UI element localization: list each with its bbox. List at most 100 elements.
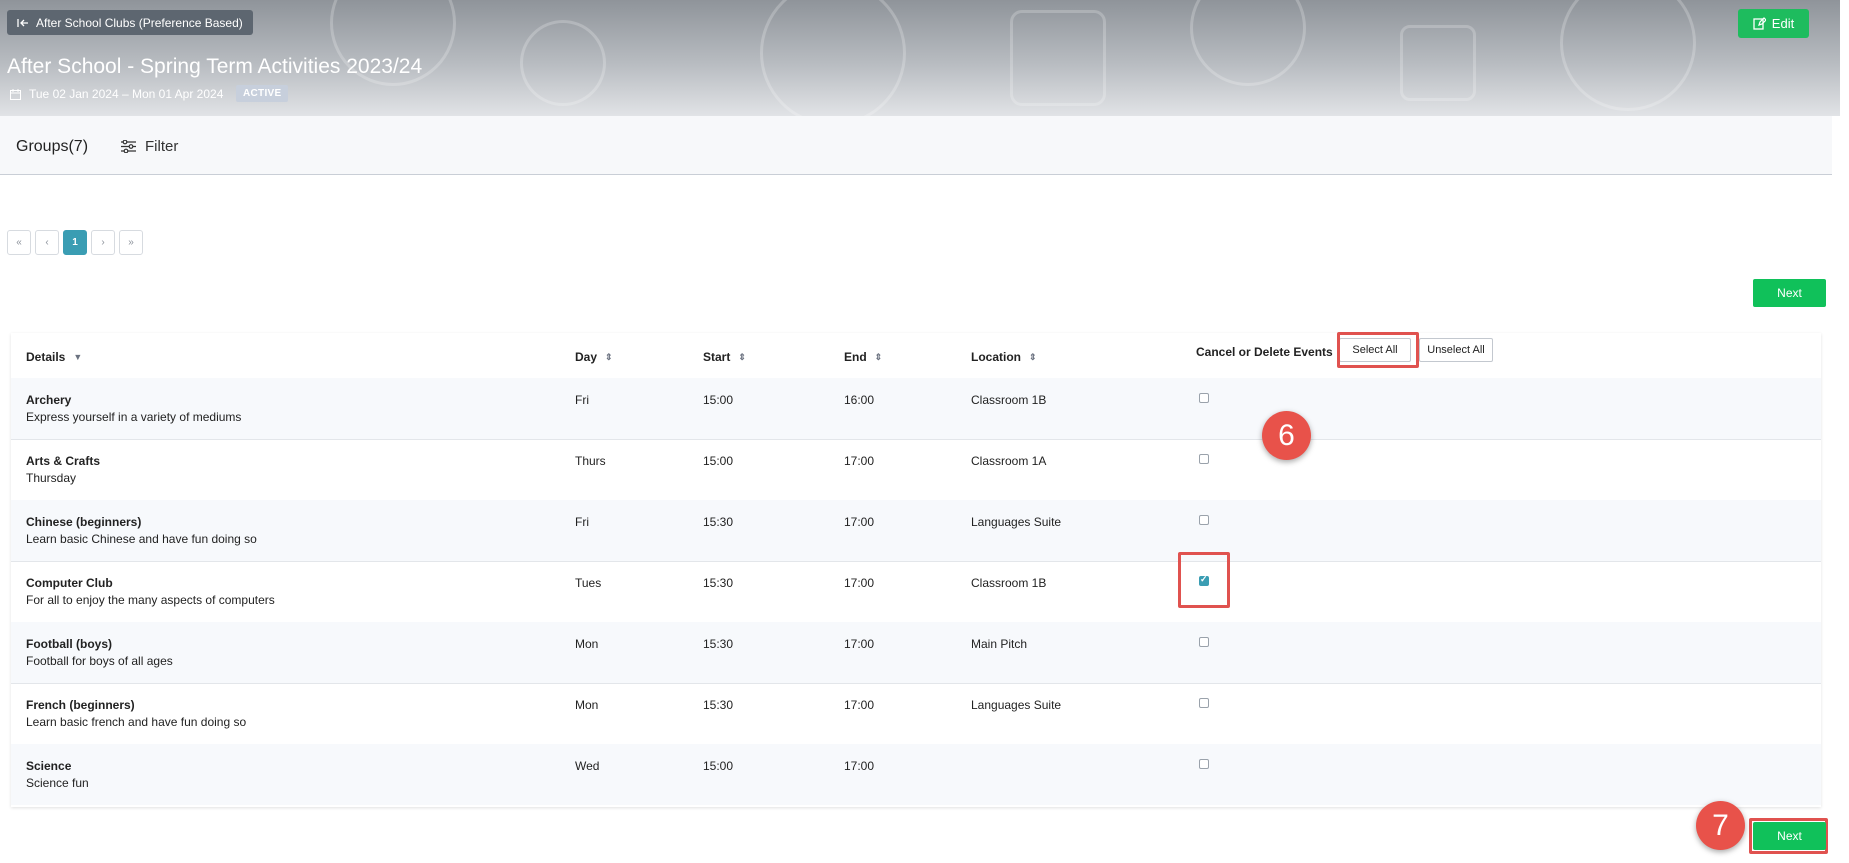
- table-header: Details ▼ Day ⇕ Start ⇕ End ⇕ Location ⇕…: [11, 333, 1821, 379]
- page-header: After School Clubs (Preference Based) Ed…: [0, 0, 1840, 116]
- start-cell: 15:30: [703, 698, 734, 712]
- end-cell: 17:00: [844, 576, 875, 590]
- location-cell: Languages Suite: [971, 515, 1062, 529]
- location-cell: Main Pitch: [971, 637, 1028, 651]
- pagination-first[interactable]: «: [7, 230, 31, 255]
- cancel-checkbox[interactable]: [1199, 698, 1209, 708]
- club-name: Arts & Crafts: [26, 454, 101, 468]
- pagination-next[interactable]: ›: [91, 230, 115, 255]
- start-cell: 15:30: [703, 515, 734, 529]
- table-row: Computer Club For all to enjoy the many a…: [11, 561, 1821, 623]
- end-cell: 17:00: [844, 759, 875, 773]
- details-cell: Computer Club For all to enjoy the many a…: [26, 576, 275, 607]
- column-header-end[interactable]: End ⇕: [844, 350, 882, 364]
- sort-both-icon: ⇕: [874, 351, 883, 362]
- day-cell: Fri: [575, 393, 589, 407]
- start-header-label: Start: [703, 350, 731, 364]
- club-name: Computer Club: [26, 576, 113, 590]
- location-cell: Classroom 1B: [971, 393, 1047, 407]
- start-cell: 15:30: [703, 637, 734, 651]
- back-arrow-icon: [17, 18, 29, 28]
- status-badge: ACTIVE: [236, 85, 289, 102]
- cancel-checkbox[interactable]: [1199, 393, 1209, 403]
- edit-button[interactable]: Edit: [1738, 9, 1809, 38]
- details-cell: Science Science fun: [26, 759, 89, 790]
- table-row: Archery Express yourself in a variety of …: [11, 378, 1821, 440]
- location-cell: Languages Suite: [971, 698, 1062, 712]
- column-header-start[interactable]: Start ⇕: [703, 350, 746, 364]
- club-description: Learn basic french and have fun doing so: [26, 715, 247, 729]
- club-description: Express yourself in a variety of mediums: [26, 410, 242, 424]
- cancel-checkbox-checked[interactable]: [1199, 574, 1209, 586]
- details-cell: Archery Express yourself in a variety of …: [26, 393, 241, 424]
- pagination-last[interactable]: »: [119, 230, 143, 255]
- edit-button-label: Edit: [1771, 16, 1795, 31]
- sort-desc-icon: ▼: [73, 352, 83, 362]
- start-cell: 15:30: [703, 576, 734, 590]
- sort-both-icon: ⇕: [738, 351, 746, 362]
- start-cell: 15:00: [703, 393, 734, 407]
- next-button-bottom[interactable]: Next: [1753, 822, 1826, 850]
- club-name: Chinese (beginners): [26, 515, 142, 529]
- day-header-label: Day: [575, 350, 598, 364]
- day-cell: Thurs: [575, 454, 606, 468]
- end-cell: 17:00: [844, 454, 875, 468]
- step-7-callout: 7: [1696, 801, 1745, 850]
- start-cell: 15:00: [703, 759, 734, 773]
- day-cell: Fri: [575, 515, 589, 529]
- cancel-checkbox[interactable]: [1199, 515, 1209, 525]
- edit-icon: [1753, 17, 1766, 30]
- club-name: Archery: [26, 393, 72, 407]
- pagination: « ‹ 1 › »: [7, 230, 143, 255]
- cancel-checkbox[interactable]: [1199, 759, 1209, 769]
- start-cell: 15:00: [703, 454, 734, 468]
- sort-both-icon: ⇕: [605, 351, 613, 362]
- cancel-checkbox[interactable]: [1199, 454, 1209, 464]
- location-cell: Classroom 1A: [971, 454, 1047, 468]
- date-range: Tue 02 Jan 2024 – Mon 01 Apr 2024: [10, 87, 223, 101]
- day-cell: Mon: [575, 637, 599, 651]
- club-description: Football for boys of all ages: [26, 654, 173, 668]
- groups-count-title: Groups(7): [16, 138, 89, 155]
- location-header-label: Location: [971, 350, 1021, 364]
- column-header-day[interactable]: Day ⇕: [575, 350, 613, 364]
- select-all-button[interactable]: Select All: [1339, 338, 1411, 362]
- back-to-clubs-button[interactable]: After School Clubs (Preference Based): [7, 10, 253, 35]
- club-description: Thursday: [26, 471, 77, 485]
- details-cell: French (beginners) Learn basic french and…: [26, 698, 246, 729]
- details-cell: Chinese (beginners) Learn basic Chinese a…: [26, 515, 257, 546]
- unselect-all-button[interactable]: Unselect All: [1419, 338, 1493, 362]
- location-cell: Classroom 1B: [971, 576, 1047, 590]
- page-title: After School - Spring Term Activities 20…: [7, 55, 423, 78]
- back-button-label: After School Clubs (Preference Based): [36, 15, 243, 30]
- table-row: Science Science fun Wed 15:00 17:00: [11, 744, 1821, 805]
- column-header-details[interactable]: Details ▼: [26, 350, 82, 364]
- column-header-cancel: Cancel or Delete Events: [1196, 345, 1333, 359]
- column-header-location[interactable]: Location ⇕: [971, 350, 1037, 364]
- end-cell: 17:00: [844, 698, 875, 712]
- table-row: Arts & Crafts Thursday Thurs 15:00 17:00 …: [11, 439, 1821, 501]
- filter-sliders-icon: [121, 140, 136, 153]
- table-row: Football (boys) Football for boys of all …: [11, 622, 1821, 684]
- club-name: French (beginners): [26, 698, 135, 712]
- calendar-icon: [10, 88, 21, 100]
- date-range-text: Tue 02 Jan 2024 – Mon 01 Apr 2024: [29, 87, 224, 101]
- details-cell: Arts & Crafts Thursday: [26, 454, 100, 485]
- club-description: Science fun: [26, 776, 89, 790]
- filter-button[interactable]: Filter: [121, 138, 178, 155]
- filter-label: Filter: [145, 138, 179, 155]
- cancel-checkbox[interactable]: [1199, 637, 1209, 647]
- pagination-page-1[interactable]: 1: [63, 230, 87, 255]
- club-description: Learn basic Chinese and have fun doing s…: [26, 532, 257, 546]
- sort-both-icon: ⇕: [1029, 351, 1037, 362]
- end-header-label: End: [844, 350, 867, 364]
- day-cell: Wed: [575, 759, 600, 773]
- club-name: Science: [26, 759, 72, 773]
- club-name: Football (boys): [26, 637, 112, 651]
- pagination-prev[interactable]: ‹: [35, 230, 59, 255]
- step-6-callout: 6: [1262, 411, 1311, 460]
- end-cell: 16:00: [844, 393, 875, 407]
- table-row: Chinese (beginners) Learn basic Chinese a…: [11, 500, 1821, 562]
- day-cell: Tues: [575, 576, 602, 590]
- next-button-top[interactable]: Next: [1753, 279, 1826, 307]
